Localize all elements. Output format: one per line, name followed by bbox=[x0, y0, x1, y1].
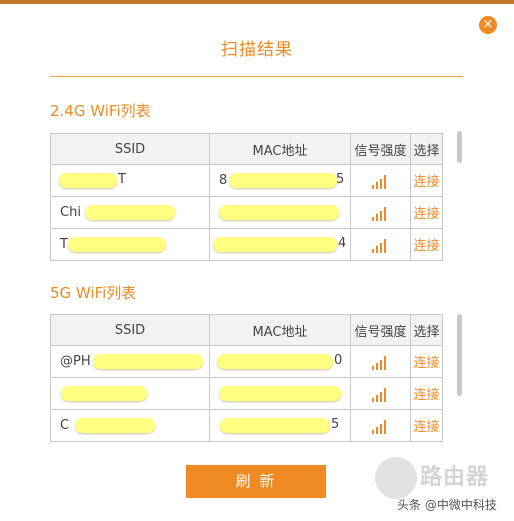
title-divider bbox=[50, 76, 463, 77]
redaction-highlight bbox=[59, 173, 117, 188]
redaction-highlight bbox=[93, 354, 203, 369]
signal-bars-icon bbox=[371, 386, 390, 402]
watermark-brand: 路由器 bbox=[420, 465, 490, 490]
redaction-highlight bbox=[213, 237, 337, 252]
ssid-cell bbox=[50, 377, 210, 410]
redaction-highlight bbox=[217, 354, 333, 369]
wifi-table-24g: SSID MAC地址 信号强度 选择 T 8 5 连接 Chi 连接 T 4 连… bbox=[50, 133, 443, 261]
watermark-logo-icon bbox=[375, 457, 417, 499]
mac-text-end: 0 bbox=[334, 353, 343, 368]
mac-cell: 4 bbox=[209, 228, 351, 261]
scrollbar-5g[interactable] bbox=[457, 314, 462, 396]
select-cell: 连接 bbox=[410, 409, 443, 442]
scrollbar-24g[interactable] bbox=[457, 131, 462, 163]
ssid-cell: C bbox=[50, 409, 210, 442]
mac-text-end: 5 bbox=[331, 417, 340, 432]
select-cell: 连接 bbox=[410, 377, 443, 410]
ssid-cell: T bbox=[50, 164, 210, 197]
close-icon[interactable]: × bbox=[479, 16, 497, 34]
mac-cell bbox=[209, 196, 351, 229]
ssid-cell: T bbox=[50, 228, 210, 261]
section-title-24g: 2.4G WiFi列表 bbox=[50, 102, 151, 120]
wifi-table-5g: SSID MAC地址 信号强度 选择 @PH 0 连接 连接 C 5 连接 bbox=[50, 314, 443, 442]
select-cell: 连接 bbox=[410, 164, 443, 197]
table-header-row: SSID MAC地址 信号强度 选择 bbox=[50, 314, 443, 346]
header-signal: 信号强度 bbox=[350, 133, 411, 165]
redaction-highlight bbox=[229, 173, 337, 188]
mac-text: 8 bbox=[219, 173, 228, 188]
mac-text-end: 5 bbox=[336, 172, 345, 187]
mac-cell: 8 5 bbox=[209, 164, 351, 197]
mac-cell: 0 bbox=[209, 345, 351, 378]
table-row: T 4 连接 bbox=[50, 228, 443, 261]
connect-link[interactable]: 连接 bbox=[413, 388, 439, 403]
header-mac: MAC地址 bbox=[209, 133, 351, 165]
mac-cell bbox=[209, 377, 351, 410]
connect-link[interactable]: 连接 bbox=[413, 356, 439, 371]
connect-link[interactable]: 连接 bbox=[413, 239, 439, 254]
signal-cell bbox=[350, 377, 411, 410]
dialog-title: 扫描结果 bbox=[221, 40, 293, 60]
signal-bars-icon bbox=[371, 173, 390, 189]
header-ssid: SSID bbox=[50, 314, 210, 346]
top-accent-bar bbox=[0, 0, 514, 4]
table-row: T 8 5 连接 bbox=[50, 164, 443, 197]
connect-link[interactable]: 连接 bbox=[413, 420, 439, 435]
mac-cell: 5 bbox=[209, 409, 351, 442]
header-ssid: SSID bbox=[50, 133, 210, 165]
table-row: 连接 bbox=[50, 377, 443, 410]
select-cell: 连接 bbox=[410, 228, 443, 261]
ssid-text: T bbox=[60, 237, 68, 252]
watermark-credit: 头条 @中微中科技 bbox=[397, 498, 497, 512]
signal-cell bbox=[350, 409, 411, 442]
section-title-5g: 5G WiFi列表 bbox=[50, 284, 137, 302]
refresh-button[interactable]: 刷 新 bbox=[186, 465, 326, 498]
select-cell: 连接 bbox=[410, 345, 443, 378]
signal-bars-icon bbox=[371, 354, 390, 370]
redaction-highlight bbox=[75, 418, 155, 433]
ssid-text: C bbox=[60, 418, 70, 433]
signal-bars-icon bbox=[371, 237, 390, 253]
signal-cell bbox=[350, 345, 411, 378]
ssid-cell: @PH bbox=[50, 345, 210, 378]
connect-link[interactable]: 连接 bbox=[413, 175, 439, 190]
header-select: 选择 bbox=[410, 314, 443, 346]
signal-cell bbox=[350, 228, 411, 261]
redaction-highlight bbox=[219, 205, 339, 220]
header-select: 选择 bbox=[410, 133, 443, 165]
ssid-text: T bbox=[118, 172, 126, 187]
ssid-text: Chi bbox=[60, 205, 81, 220]
redaction-highlight bbox=[220, 418, 330, 433]
signal-cell bbox=[350, 196, 411, 229]
table-header-row: SSID MAC地址 信号强度 选择 bbox=[50, 133, 443, 165]
header-mac: MAC地址 bbox=[209, 314, 351, 346]
ssid-text: @PH bbox=[60, 354, 91, 369]
signal-bars-icon bbox=[371, 418, 390, 434]
select-cell: 连接 bbox=[410, 196, 443, 229]
signal-cell bbox=[350, 164, 411, 197]
mac-text-end: 4 bbox=[338, 236, 347, 251]
redaction-highlight bbox=[61, 386, 147, 401]
table-row: @PH 0 连接 bbox=[50, 345, 443, 378]
header-signal: 信号强度 bbox=[350, 314, 411, 346]
redaction-highlight bbox=[68, 237, 166, 252]
connect-link[interactable]: 连接 bbox=[413, 207, 439, 222]
redaction-highlight bbox=[219, 386, 341, 401]
table-row: C 5 连接 bbox=[50, 409, 443, 442]
signal-bars-icon bbox=[371, 205, 390, 221]
ssid-cell: Chi bbox=[50, 196, 210, 229]
table-row: Chi 连接 bbox=[50, 196, 443, 229]
redaction-highlight bbox=[85, 205, 175, 220]
